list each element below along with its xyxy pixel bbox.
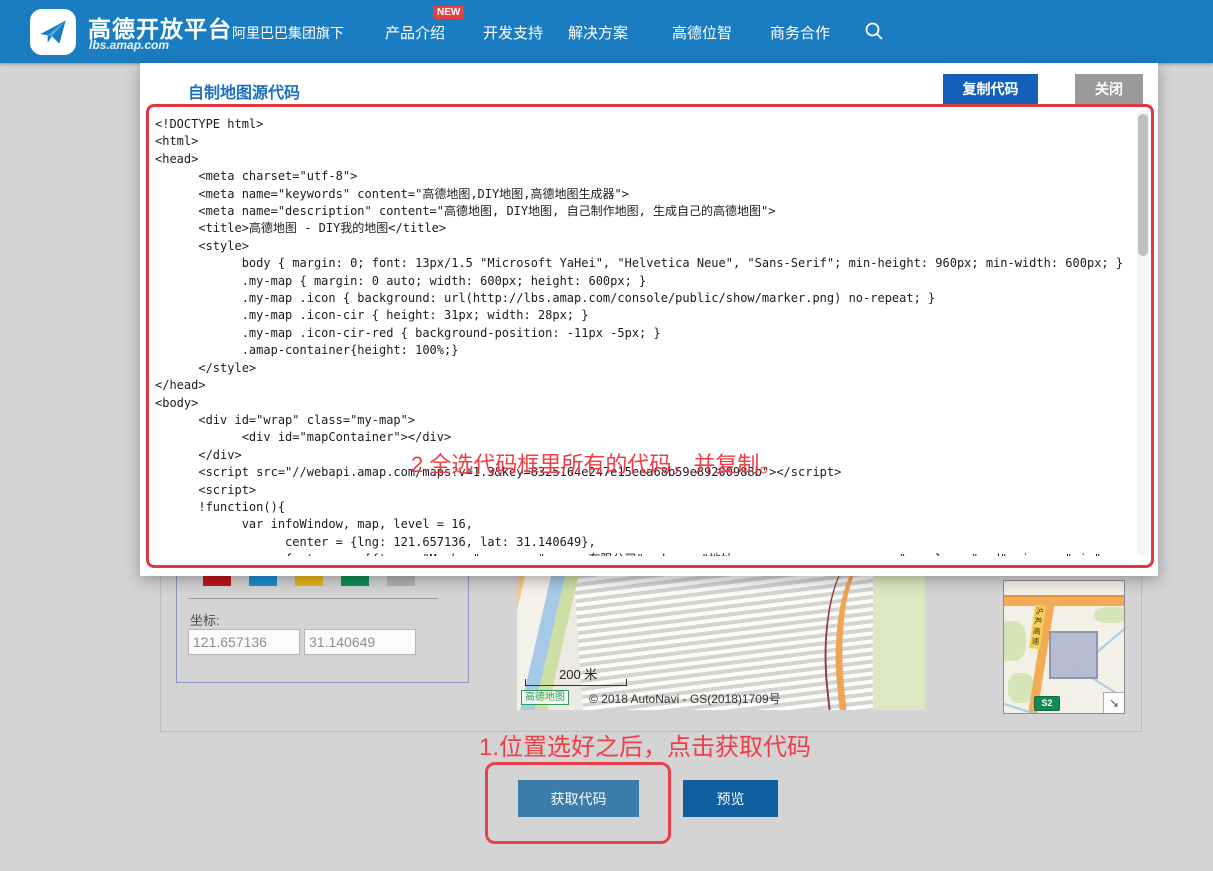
color-swatch[interactable]	[249, 576, 277, 586]
close-button[interactable]: 关闭	[1075, 74, 1143, 104]
map-canvas[interactable]: 200 米 高德地图 © 2018 AutoNavi - GS(2018)170…	[517, 576, 925, 710]
minimap-green-patch	[1094, 607, 1125, 623]
brand-domain: lbs.amap.com	[89, 38, 169, 52]
nav-item[interactable]: 产品介绍NEW	[385, 22, 445, 43]
nav-item[interactable]: 高德位智	[672, 22, 732, 43]
scrollbar-thumb[interactable]	[1138, 114, 1148, 256]
step2-annotation: 2.全选代码框里所有的代码，并复制。	[411, 447, 781, 479]
page: 高德开放平台 lbs.amap.com 阿里巴巴集团旗下产品介绍NEW开发支持解…	[0, 0, 1213, 871]
minimap-road	[1004, 595, 1124, 606]
minimap-green-patch	[1003, 621, 1026, 661]
source-code-modal: 自制地图源代码 复制代码 关闭 <!DOCTYPE html> <html> <…	[140, 63, 1158, 576]
top-navbar: 高德开放平台 lbs.amap.com 阿里巴巴集团旗下产品介绍NEW开发支持解…	[0, 0, 1213, 63]
swatch-row	[203, 576, 433, 586]
nav-item[interactable]: 商务合作	[770, 22, 830, 43]
longitude-input[interactable]	[188, 629, 300, 655]
coordinates-label: 坐标:	[190, 610, 220, 629]
modal-title: 自制地图源代码	[188, 79, 300, 103]
map-scalebar	[525, 679, 627, 686]
color-swatch[interactable]	[387, 576, 415, 586]
divider	[188, 598, 438, 599]
minimap-viewport-rect[interactable]	[1049, 631, 1098, 679]
color-swatch[interactable]	[341, 576, 369, 586]
color-swatch[interactable]	[203, 576, 231, 586]
latitude-input[interactable]	[304, 629, 416, 655]
preview-button[interactable]: 预览	[683, 780, 778, 817]
nav-item[interactable]: 开发支持	[483, 22, 543, 43]
map-attribution: © 2018 AutoNavi - GS(2018)1709号	[589, 690, 781, 707]
amap-watermark: 高德地图	[521, 690, 569, 705]
nav-item[interactable]: 解决方案	[568, 22, 628, 43]
search-icon[interactable]	[864, 21, 884, 41]
scrollbar-track[interactable]	[1137, 110, 1149, 556]
nav-item[interactable]: 阿里巴巴集团旗下	[232, 23, 344, 43]
overview-minimap[interactable]: 沪芦高速 S2 ↘	[1003, 580, 1125, 714]
new-badge: NEW	[433, 6, 464, 19]
code-box[interactable]: <!DOCTYPE html> <html> <head> <meta char…	[146, 104, 1154, 568]
step1-annotation: 1.位置选好之后，点击获取代码	[479, 727, 811, 762]
get-code-button[interactable]: 获取代码	[518, 780, 639, 817]
paper-plane-icon	[36, 15, 70, 49]
amap-logo[interactable]	[30, 9, 76, 55]
color-swatch[interactable]	[295, 576, 323, 586]
expressway-badge: S2	[1034, 696, 1060, 711]
code-content[interactable]: <!DOCTYPE html> <html> <head> <meta char…	[155, 116, 1131, 556]
minimap-collapse-icon[interactable]: ↘	[1103, 692, 1124, 713]
copy-code-button[interactable]: 复制代码	[943, 74, 1038, 104]
